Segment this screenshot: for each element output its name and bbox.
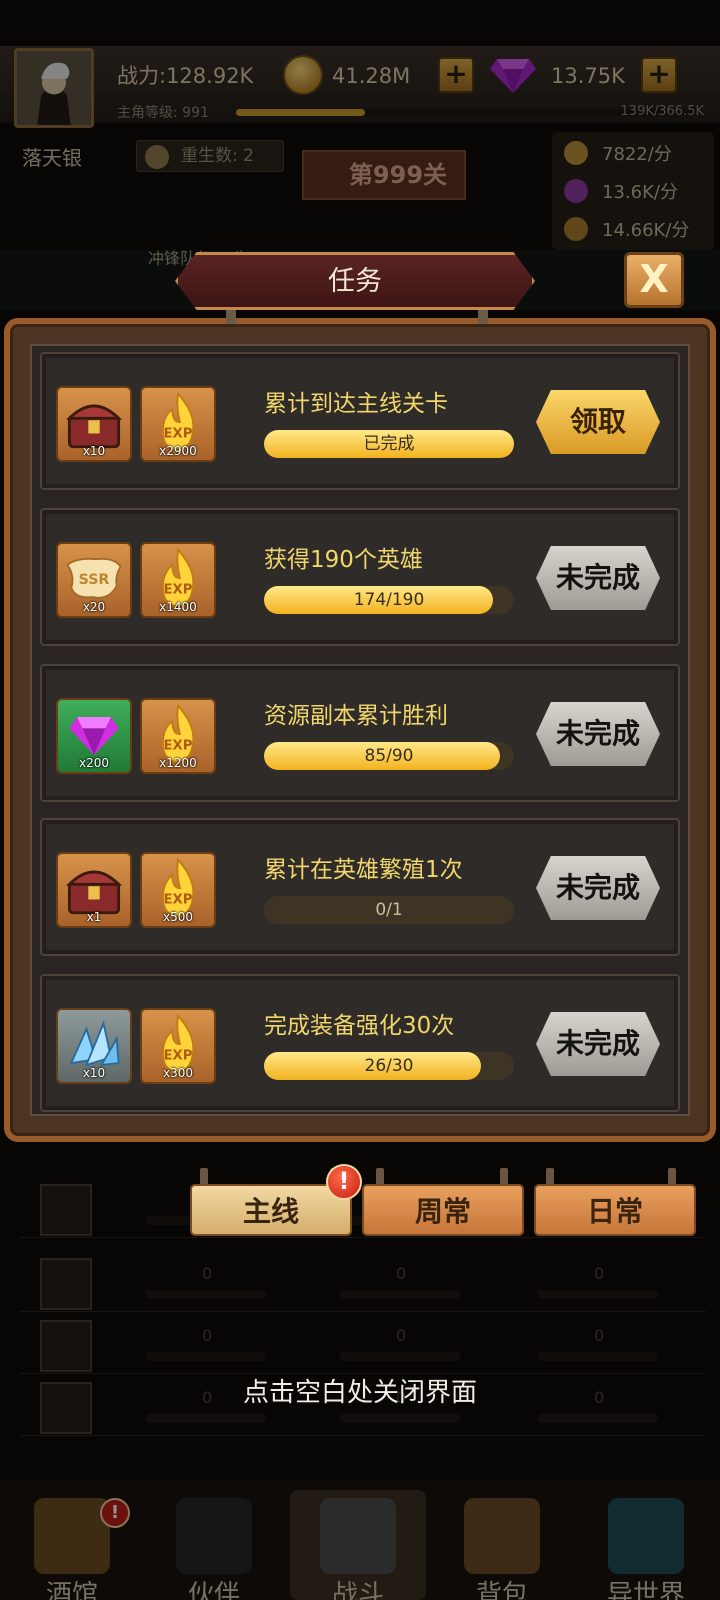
svg-text:EXP: EXP [164, 738, 193, 753]
task-card: x10 EXP x300 完成装备强化30次 26/30 未完成 [40, 974, 680, 1112]
svg-text:EXP: EXP [164, 582, 193, 597]
incomplete-button[interactable]: 未完成 [536, 856, 660, 920]
reward-item[interactable]: EXP x1400 [140, 542, 216, 618]
task-title: 累计到达主线关卡 [264, 391, 448, 417]
task-title: 累计在英雄繁殖1次 [264, 857, 463, 883]
incomplete-button[interactable]: 未完成 [536, 702, 660, 766]
reward-quantity: x1200 [159, 756, 197, 770]
tab-weekly[interactable]: 周常 [362, 1184, 524, 1236]
task-progress-bar: 85/90 [264, 742, 514, 770]
reward-quantity: x10 [82, 444, 106, 458]
reward-quantity: x10 [82, 1066, 106, 1080]
incomplete-button[interactable]: 未完成 [536, 1012, 660, 1076]
reward-quantity: x500 [162, 910, 193, 924]
task-progress-text: 85/90 [364, 746, 414, 766]
close-hint[interactable]: 点击空白处关闭界面 [0, 1372, 720, 1409]
svg-text:SSR: SSR [79, 572, 110, 588]
task-card: x10 EXP x2900 累计到达主线关卡 已完成 领取 [40, 352, 680, 490]
reward-item[interactable]: x200 [56, 698, 132, 774]
task-title: 资源副本累计胜利 [264, 703, 448, 729]
task-card: x200 EXP x1200 资源副本累计胜利 85/90 未完成 [40, 664, 680, 802]
reward-quantity: x2900 [159, 444, 197, 458]
reward-quantity: x20 [82, 600, 106, 614]
tab-main[interactable]: 主线 [190, 1184, 352, 1236]
task-progress-bar: 已完成 [264, 430, 514, 458]
svg-text:EXP: EXP [164, 426, 193, 441]
svg-text:EXP: EXP [164, 892, 193, 907]
reward-quantity: x1 [86, 910, 102, 924]
reward-item[interactable]: x10 [56, 1008, 132, 1084]
task-card: SSR x20 EXP x1400 获得190个英雄 174/190 未完成 [40, 508, 680, 646]
claim-button[interactable]: 领取 [536, 390, 660, 454]
reward-item[interactable]: SSR x20 [56, 542, 132, 618]
tab-daily[interactable]: 日常 [534, 1184, 696, 1236]
reward-item[interactable]: x1 [56, 852, 132, 928]
svg-text:EXP: EXP [164, 1048, 193, 1063]
main-tab-alert-badge: ! [326, 1164, 362, 1200]
task-progress-text: 已完成 [363, 434, 415, 454]
reward-quantity: x300 [162, 1066, 193, 1080]
reward-quantity: x200 [78, 756, 109, 770]
reward-item[interactable]: EXP x2900 [140, 386, 216, 462]
reward-item[interactable]: EXP x500 [140, 852, 216, 928]
task-title: 获得190个英雄 [264, 547, 423, 573]
task-card: x1 EXP x500 累计在英雄繁殖1次 0/1 未完成 [40, 818, 680, 956]
reward-quantity: x1400 [159, 600, 197, 614]
modal-title: 任务 [175, 252, 535, 310]
task-title: 完成装备强化30次 [264, 1013, 455, 1039]
task-progress-text: 174/190 [353, 590, 425, 610]
close-button[interactable]: X [624, 252, 684, 308]
task-progress-bar: 26/30 [264, 1052, 514, 1080]
reward-item[interactable]: EXP x300 [140, 1008, 216, 1084]
reward-item[interactable]: x10 [56, 386, 132, 462]
task-progress-text: 26/30 [364, 1056, 414, 1076]
task-progress-bar: 0/1 [264, 896, 514, 924]
task-progress-text: 0/1 [375, 900, 403, 920]
reward-item[interactable]: EXP x1200 [140, 698, 216, 774]
incomplete-button[interactable]: 未完成 [536, 546, 660, 610]
task-progress-bar: 174/190 [264, 586, 514, 614]
